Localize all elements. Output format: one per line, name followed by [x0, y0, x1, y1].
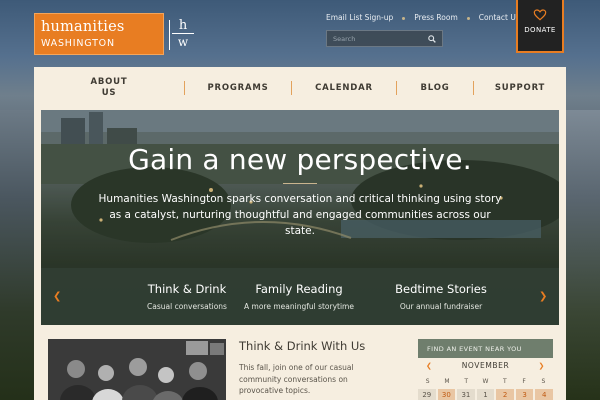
- hero-title-rule: [283, 183, 317, 184]
- calendar-date[interactable]: 29: [418, 389, 436, 400]
- heart-icon: [533, 9, 547, 21]
- carousel-item-family-reading[interactable]: Family Reading A more meaningful storyti…: [229, 282, 369, 311]
- logo-line1: humanities: [41, 19, 125, 35]
- calendar-date[interactable]: 3: [515, 389, 534, 400]
- donate-label: DONATE: [524, 26, 556, 34]
- think-drink-photo[interactable]: [48, 339, 226, 400]
- email-signup-link[interactable]: Email List Sign-up: [326, 13, 393, 22]
- site-logo[interactable]: humanities WASHINGTON h w: [34, 13, 194, 55]
- weekday-label: S: [425, 378, 430, 385]
- link-separator: [402, 17, 406, 20]
- calendar-date[interactable]: 1: [476, 389, 495, 400]
- carousel-next-arrow-icon[interactable]: ❯: [539, 291, 547, 302]
- link-separator: [466, 17, 470, 20]
- logo-monogram-bottom: w: [177, 35, 189, 49]
- calendar-month-bar: ❮ NOVEMBER ❯: [418, 361, 553, 374]
- event-finder: FIND AN EVENT NEAR YOU ❮ NOVEMBER ❯ S M …: [418, 339, 553, 400]
- weekday-label: S: [541, 378, 546, 385]
- hero-banner: Gain a new perspective. Humanities Washi…: [41, 110, 559, 325]
- hero-title: Gain a new perspective.: [128, 143, 472, 176]
- main-nav: ABOUT US PROGRAMS CALENDAR BLOG SUPPORT: [34, 69, 566, 107]
- carousel-item-subtitle: Our annual fundraiser: [399, 302, 483, 311]
- hero-description: Humanities Washington sparks conversatio…: [98, 193, 502, 237]
- utility-links: Email List Sign-up Press Room Contact Us: [326, 13, 520, 22]
- carousel-item-bedtime-stories[interactable]: Bedtime Stories Our annual fundraiser: [371, 282, 511, 311]
- weekday-label: F: [522, 378, 526, 385]
- weekday-label: W: [482, 378, 489, 385]
- crowd-photo-image: [48, 339, 226, 400]
- logo-divider: [169, 20, 170, 50]
- program-carousel: ❮ Think & Drink Casual conversations Fam…: [41, 268, 559, 325]
- weekday-label: T: [464, 378, 469, 385]
- article-body: This fall, join one of our casual commun…: [239, 363, 354, 396]
- nav-item-support[interactable]: SUPPORT: [474, 83, 566, 94]
- background-city-right: [560, 110, 600, 400]
- weekday-label: M: [444, 378, 450, 385]
- nav-item-blog[interactable]: BLOG: [397, 83, 473, 94]
- nav-item-about[interactable]: ABOUT US: [34, 77, 184, 98]
- carousel-item-title: Bedtime Stories: [395, 282, 487, 296]
- logo-line2: WASHINGTON: [41, 37, 115, 49]
- logo-monogram-top: h: [172, 19, 194, 34]
- article-title[interactable]: Think & Drink With Us: [239, 339, 389, 353]
- calendar-date[interactable]: 2: [496, 389, 514, 400]
- logo-monogram: h w: [172, 19, 194, 51]
- carousel-item-subtitle: A more meaningful storytime: [244, 302, 354, 311]
- search-button[interactable]: [423, 31, 441, 46]
- event-calendar: ❮ NOVEMBER ❯ S M T W T F S 29 30 31 1 2 …: [418, 361, 553, 400]
- think-drink-article: Think & Drink With Us This fall, join on…: [239, 339, 389, 397]
- nav-item-calendar[interactable]: CALENDAR: [292, 83, 396, 94]
- calendar-dates: 29 30 31 1 2 3 4: [418, 389, 553, 400]
- hero-overlay: [41, 110, 559, 268]
- calendar-weekdays: S M T W T F S: [418, 376, 553, 388]
- calendar-prev-icon[interactable]: ❮: [426, 362, 432, 370]
- calendar-month-label: NOVEMBER: [461, 361, 510, 370]
- nav-item-programs[interactable]: PROGRAMS: [185, 83, 291, 94]
- calendar-next-icon[interactable]: ❯: [539, 362, 545, 370]
- press-room-link[interactable]: Press Room: [414, 13, 457, 22]
- event-finder-header[interactable]: FIND AN EVENT NEAR YOU: [418, 339, 553, 358]
- search-input[interactable]: [327, 34, 423, 43]
- calendar-date[interactable]: 4: [535, 389, 553, 400]
- calendar-date[interactable]: 31: [457, 389, 475, 400]
- contact-us-link[interactable]: Contact Us: [479, 13, 520, 22]
- search-icon: [428, 34, 436, 43]
- donate-button[interactable]: DONATE: [516, 0, 564, 53]
- logo-wordmark: humanities WASHINGTON: [35, 20, 125, 48]
- carousel-item-title: Family Reading: [255, 282, 343, 296]
- weekday-label: T: [502, 378, 507, 385]
- calendar-date[interactable]: 30: [437, 389, 456, 400]
- carousel-prev-arrow-icon[interactable]: ❮: [53, 291, 61, 302]
- search-box: [326, 30, 443, 47]
